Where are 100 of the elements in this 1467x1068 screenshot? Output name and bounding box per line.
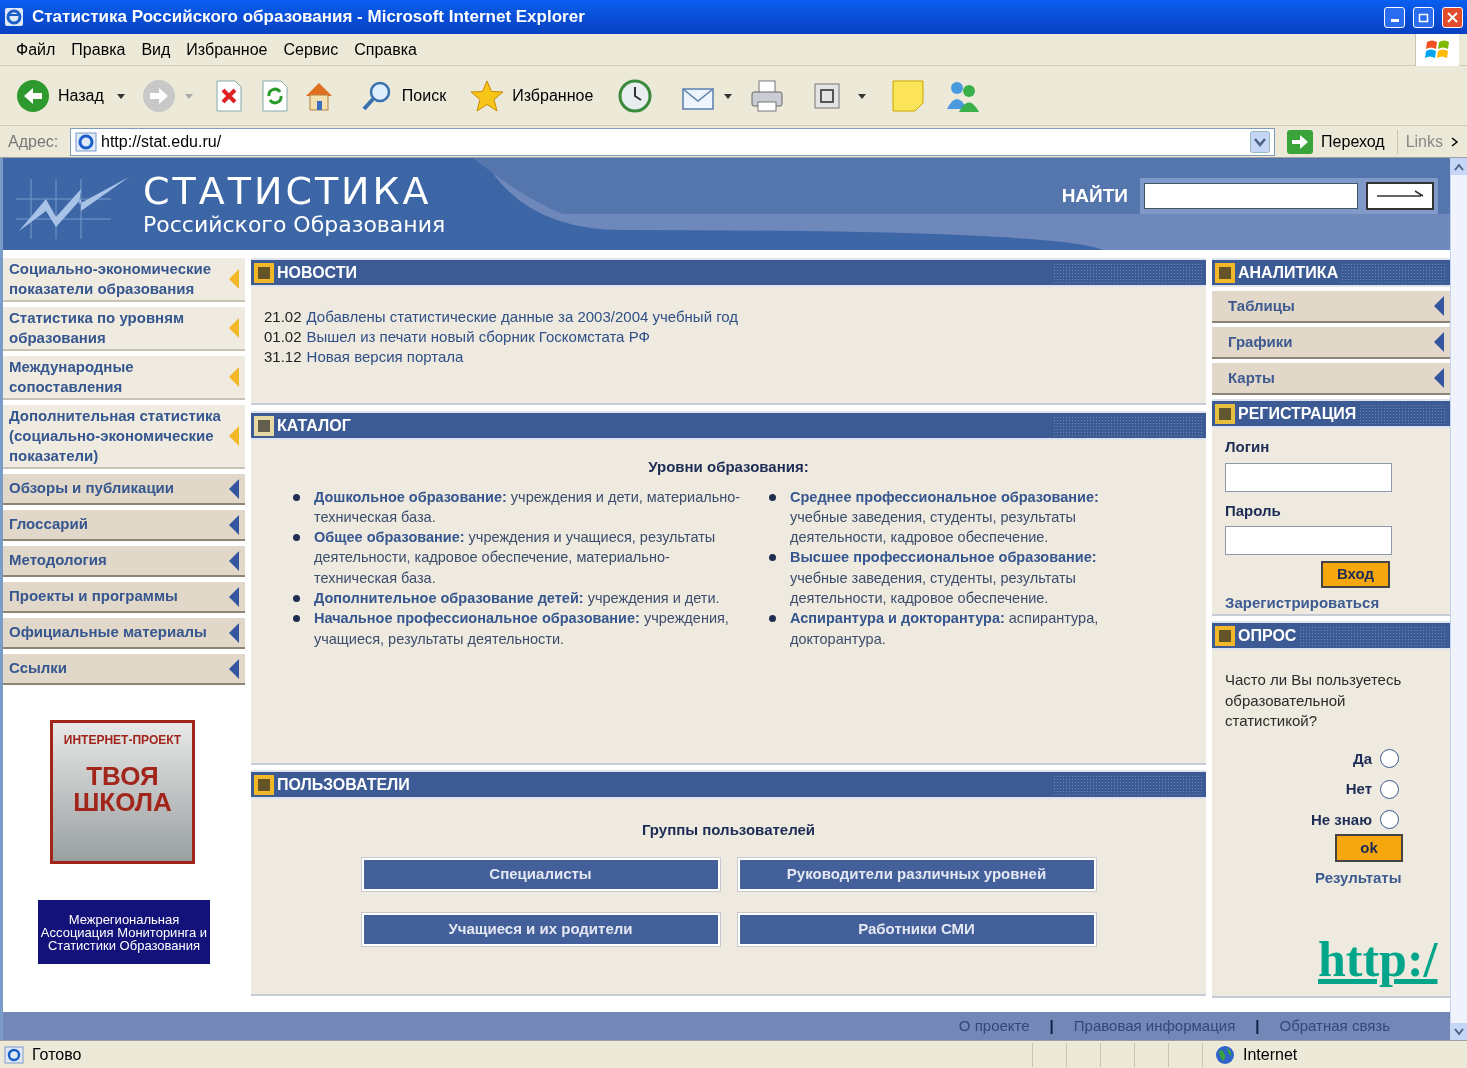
star-icon bbox=[470, 78, 505, 113]
arrow-icon bbox=[229, 478, 239, 499]
bullet-icon bbox=[293, 534, 300, 542]
users-heading: Группы пользователей bbox=[641, 820, 816, 840]
section-icon bbox=[1215, 262, 1235, 283]
address-field[interactable]: http://stat.edu.ru/ bbox=[70, 127, 1276, 156]
search-field[interactable] bbox=[1144, 183, 1358, 209]
sidebar-item[interactable]: Социально-экономические показатели образования bbox=[3, 258, 245, 302]
catalog-entry[interactable]: Среднее профессиональное образование: учебные заведения, студенты, результаты деятельности, кадровое обеспечение. bbox=[790, 486, 1167, 548]
printer-icon[interactable] bbox=[749, 78, 786, 113]
password-field[interactable] bbox=[1225, 526, 1392, 555]
poll-question: Часто ли Вы пользуетесь образовательной статистикой? bbox=[1225, 670, 1403, 731]
catalog-entry[interactable]: Начальное профессиональное образование: учреждения, учащиеся, результаты деятельности. bbox=[314, 608, 767, 649]
stop-icon[interactable] bbox=[213, 79, 244, 112]
menu-item[interactable]: Сервис bbox=[275, 37, 347, 62]
globe-icon bbox=[1215, 1044, 1235, 1065]
minimize-button[interactable] bbox=[1384, 6, 1405, 28]
favorites-button[interactable]: Избранное bbox=[466, 75, 598, 116]
catalog-entry[interactable]: Высшее профессиональное образование: учебные заведения, студенты, результаты деятельности, кадровое обеспечение. bbox=[790, 547, 1167, 609]
project-banner[interactable]: ИНТЕРНЕТ-ПРОЕКТ ТВОЯ ШКОЛА bbox=[50, 720, 195, 864]
user-group-button[interactable]: Учащиеся и их родители bbox=[361, 912, 720, 946]
bullet-icon bbox=[769, 554, 776, 562]
section-title: РЕГИСТРАЦИЯ bbox=[1238, 403, 1357, 424]
section-icon bbox=[254, 262, 274, 283]
bullet-icon bbox=[293, 595, 300, 602]
bullet-icon bbox=[769, 615, 776, 623]
user-group-button[interactable]: Работники СМИ bbox=[737, 912, 1096, 946]
menu-item[interactable]: Правка bbox=[63, 37, 134, 62]
radio-label: Не знаю bbox=[1311, 809, 1372, 830]
news-date: 31.12 bbox=[264, 347, 302, 367]
sidebar-item[interactable]: Дополнительная статистика (социально-экономические показатели) bbox=[3, 405, 245, 469]
news-link[interactable]: Добавлены статистические данные за 2003/2004 учебный год bbox=[306, 307, 739, 327]
sidebar-item[interactable]: Международные сопоставления bbox=[3, 356, 245, 400]
section-icon bbox=[254, 774, 274, 795]
separator: | bbox=[1048, 1015, 1055, 1036]
back-button[interactable]: Назад bbox=[12, 75, 108, 116]
sidebar-item[interactable]: Методология bbox=[3, 546, 245, 577]
refresh-icon[interactable] bbox=[259, 79, 290, 112]
arrow-icon bbox=[229, 550, 239, 571]
maximize-button[interactable] bbox=[1413, 6, 1434, 28]
banner-title: ТВОЯ ШКОЛА bbox=[72, 763, 173, 815]
sidebar-item[interactable]: Официальные материалы bbox=[3, 618, 245, 649]
arrow-icon bbox=[229, 318, 239, 338]
arrow-icon bbox=[229, 586, 239, 607]
bullet-icon bbox=[293, 493, 300, 501]
catalog-entry[interactable]: Дополнительное образование детей: учреждения и дети. bbox=[314, 588, 740, 609]
close-button[interactable] bbox=[1442, 6, 1463, 28]
analytics-item[interactable]: Таблицы bbox=[1212, 291, 1450, 323]
analytics-item[interactable]: Графики bbox=[1212, 327, 1450, 359]
catalog-entry[interactable]: Дошкольное образование: учреждения и дети, материально-техническая база. bbox=[314, 486, 767, 528]
sidebar-item[interactable]: Обзоры и публикации bbox=[3, 474, 245, 505]
news-link[interactable]: Новая версия портала bbox=[306, 347, 464, 367]
radio-button[interactable] bbox=[1380, 749, 1399, 769]
search-button[interactable]: Поиск bbox=[355, 75, 451, 116]
radio-label: Нет bbox=[1345, 779, 1372, 799]
field-label: Логин bbox=[1225, 437, 1271, 457]
news-link[interactable]: Вышел из печати новый сборник Госкомстата РФ bbox=[306, 327, 650, 347]
go-button[interactable]: Переход bbox=[1279, 127, 1393, 156]
section-icon bbox=[1215, 403, 1235, 424]
history-icon[interactable] bbox=[617, 77, 654, 114]
close-icon bbox=[1447, 11, 1458, 23]
arrow-icon bbox=[229, 367, 239, 387]
section-title: АНАЛИТИКА bbox=[1238, 262, 1339, 283]
association-banner[interactable]: Межрегиональная Ассоциация Мониторинга и Статистики Образования bbox=[38, 900, 210, 964]
news-date: 21.02 bbox=[264, 307, 302, 327]
arrow-icon bbox=[1434, 368, 1444, 388]
arrow-icon bbox=[1434, 296, 1444, 316]
chevron-icon[interactable] bbox=[1451, 136, 1459, 147]
bullet-icon bbox=[293, 615, 300, 623]
sidebar-item[interactable]: Ссылки bbox=[3, 654, 245, 685]
radio-button[interactable] bbox=[1380, 779, 1399, 799]
catalog-entry[interactable]: Общее образование: учреждения и учащиеся, результаты деятельности, кадровое обеспечение, материально-техническая база. bbox=[314, 527, 767, 588]
menu-item[interactable]: Справка bbox=[346, 37, 425, 62]
catalog-entry[interactable]: Аспирантура и докторантура: аспирантура, докторантура. bbox=[790, 608, 1167, 649]
section-title: ОПРОС bbox=[1238, 625, 1297, 646]
analytics-item[interactable]: Карты bbox=[1212, 363, 1450, 395]
scroll-up-icon[interactable] bbox=[1454, 162, 1464, 171]
results-link[interactable]: Результаты bbox=[1315, 867, 1402, 890]
user-group-button[interactable]: Руководители различных уровней bbox=[737, 857, 1096, 891]
menu-item[interactable]: Избранное bbox=[178, 37, 276, 62]
menu-item[interactable]: Вид bbox=[133, 37, 179, 62]
sidebar-item[interactable]: Глоссарий bbox=[3, 510, 245, 541]
sidebar-item[interactable]: Статистика по уровням образования bbox=[3, 307, 245, 351]
search-submit-button[interactable] bbox=[1366, 182, 1434, 210]
zone-label: Internet bbox=[1243, 1044, 1298, 1065]
site-logo-subtitle: Российского Образования bbox=[143, 214, 446, 236]
news-date: 01.02 bbox=[264, 327, 302, 347]
menu-item[interactable]: Файл bbox=[8, 37, 64, 62]
login-field[interactable] bbox=[1225, 462, 1392, 492]
dropdown-icon[interactable] bbox=[1250, 130, 1271, 153]
scrollbar[interactable] bbox=[1450, 158, 1467, 1040]
radio-button[interactable] bbox=[1380, 810, 1399, 830]
login-button[interactable]: Вход bbox=[1321, 561, 1390, 588]
scroll-down-icon[interactable] bbox=[1454, 1027, 1464, 1036]
poll-submit-button[interactable]: ok bbox=[1335, 834, 1403, 862]
section-icon bbox=[1215, 625, 1235, 646]
banner-text: Межрегиональная Ассоциация Мониторинга и Статистики Образования bbox=[39, 912, 209, 952]
user-group-button[interactable]: Специалисты bbox=[361, 857, 720, 891]
sidebar-item[interactable]: Проекты и программы bbox=[3, 582, 245, 613]
register-link[interactable]: Зарегистрироваться bbox=[1225, 591, 1380, 614]
